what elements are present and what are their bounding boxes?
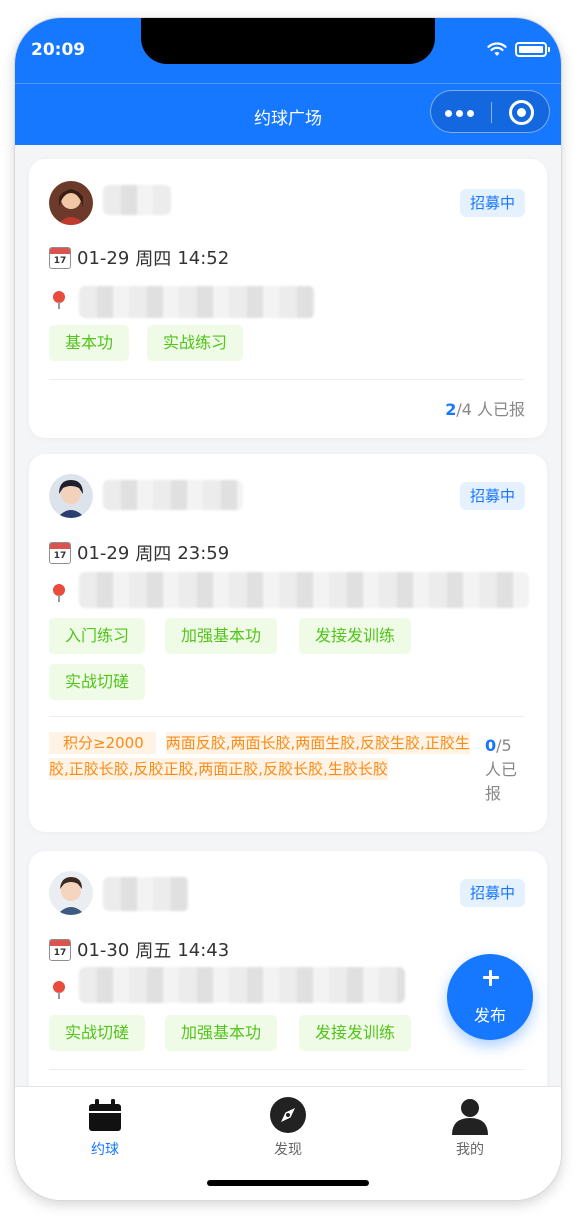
event-weekday: 周五: [135, 941, 172, 962]
header: 20:09 约球广场: [15, 18, 561, 145]
tab-yueqiu[interactable]: 约球: [45, 1095, 165, 1159]
signup-suffix: 人已报: [471, 400, 525, 419]
home-indicator: [207, 1180, 369, 1186]
signup-count: 2/4 人已报: [445, 396, 525, 420]
status-icons: [487, 42, 550, 57]
tab-wode[interactable]: 我的: [410, 1095, 530, 1159]
miniprogram-capsule: [430, 90, 550, 133]
tab-label: 发现: [274, 1142, 302, 1158]
tag: 发接发训练: [299, 1015, 412, 1051]
location-pin-icon: [53, 584, 65, 602]
avatar[interactable]: [49, 181, 93, 225]
publish-button-label: 发布: [473, 1006, 506, 1025]
location-blurred: [79, 572, 529, 608]
compass-icon: [268, 1095, 308, 1135]
divider: [49, 379, 525, 380]
tag: 实战切磋: [49, 1015, 146, 1051]
event-weekday: 周四: [135, 249, 172, 270]
username-blurred: [103, 877, 189, 911]
status-time: 20:09: [31, 40, 86, 60]
tag: 实战练习: [147, 325, 244, 361]
plus-icon: [483, 970, 499, 986]
close-miniprogram-icon[interactable]: [509, 100, 534, 125]
battery-icon: [515, 42, 550, 57]
event-time: 23:59: [177, 542, 230, 564]
requirement-score: 积分≥2000: [49, 732, 156, 754]
user-icon: [450, 1095, 490, 1135]
tab-faxian[interactable]: 发现: [228, 1095, 348, 1159]
post-card[interactable]: 招募中 17 01-29 周四 14:52 基本功 实战练习 2/4 人已报: [29, 159, 547, 438]
signup-capacity: /5: [496, 736, 512, 755]
status-badge: 招募中: [459, 189, 525, 217]
phone-frame: 20:09 约球广场 招募中 17 01-29 周四 14:52 基本功 实战练…: [15, 18, 561, 1200]
location-pin-icon: [53, 981, 65, 999]
event-datetime: 17 01-30 周五 14:43: [49, 937, 229, 963]
nav-divider: [15, 83, 561, 84]
tag: 入门练习: [49, 618, 146, 654]
event-date: 01-29: [77, 247, 130, 269]
tag: 加强基本功: [165, 618, 278, 654]
tag: 基本功: [49, 325, 130, 361]
divider: [49, 1069, 525, 1070]
event-time: 14:43: [177, 939, 230, 961]
tag: 加强基本功: [165, 1015, 278, 1051]
location-blurred: [79, 286, 315, 318]
post-feed[interactable]: 招募中 17 01-29 周四 14:52 基本功 实战练习 2/4 人已报 招…: [15, 145, 561, 1086]
location-blurred: [79, 967, 405, 1003]
requirements: 积分≥2000 两面反胶,两面长胶,两面生胶,反胶生胶,正胶生胶,正胶长胶,反胶正…: [49, 730, 479, 782]
signup-count: 0/5 人已报: [485, 734, 525, 806]
calendar-icon: 17: [49, 542, 71, 564]
avatar[interactable]: [49, 871, 93, 915]
tag: 实战切磋: [49, 664, 146, 700]
event-weekday: 周四: [135, 544, 172, 565]
signup-joined: 2: [445, 400, 457, 419]
event-date: 01-30: [77, 939, 130, 961]
event-time: 14:52: [177, 247, 230, 269]
wifi-icon: [487, 42, 507, 56]
event-datetime: 17 01-29 周四 14:52: [49, 245, 229, 271]
signup-joined: 0: [485, 736, 497, 755]
event-datetime: 17 01-29 周四 23:59: [49, 540, 229, 566]
status-badge: 招募中: [459, 482, 525, 510]
calendar-icon: 17: [49, 247, 71, 269]
signup-capacity: /4: [456, 400, 472, 419]
post-card[interactable]: 招募中 17 01-29 周四 23:59 入门练习 加强基本功 发接发训练 实…: [29, 454, 547, 832]
signup-suffix: 人已报: [485, 760, 518, 803]
tag: 发接发训练: [299, 618, 412, 654]
notch: [141, 18, 435, 64]
avatar[interactable]: [49, 474, 93, 518]
username-blurred: [103, 185, 171, 215]
calendar-icon: 17: [49, 939, 71, 961]
publish-button[interactable]: 发布: [447, 954, 533, 1040]
more-icon[interactable]: [445, 110, 474, 117]
divider: [49, 716, 525, 717]
tab-label: 约球: [91, 1142, 119, 1158]
location-pin-icon: [53, 291, 65, 309]
username-blurred: [103, 480, 243, 510]
status-badge: 招募中: [459, 879, 525, 907]
event-date: 01-29: [77, 542, 130, 564]
calendar-icon: [85, 1095, 125, 1135]
tab-label: 我的: [456, 1142, 484, 1158]
capsule-separator: [491, 102, 492, 123]
